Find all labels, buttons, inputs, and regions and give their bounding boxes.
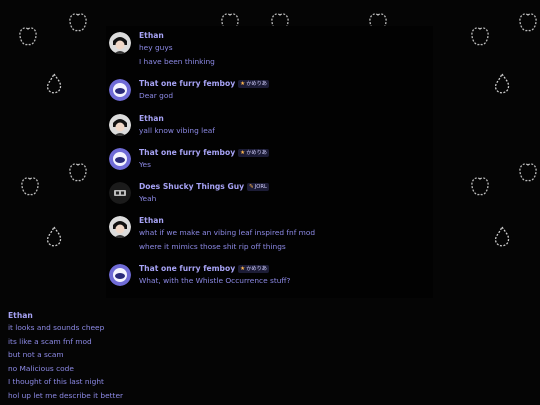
wallpaper-apple-icon bbox=[471, 177, 489, 196]
message-text: Dear god bbox=[139, 91, 174, 100]
wallpaper-flame-icon bbox=[494, 225, 510, 247]
message-text: Yeah bbox=[139, 194, 157, 203]
message-author[interactable]: Ethan bbox=[139, 114, 164, 123]
message-text: hey guys bbox=[139, 43, 173, 52]
wallpaper-flame-icon bbox=[46, 225, 62, 247]
wallpaper-apple-icon bbox=[519, 13, 537, 32]
wallpaper-apple-icon bbox=[471, 27, 489, 46]
role-tag-text: JORL bbox=[254, 183, 267, 190]
message-author[interactable]: That one furry femboy bbox=[139, 264, 235, 273]
wallpaper-apple-icon bbox=[19, 27, 37, 46]
role-tag-text: かめりあ bbox=[246, 266, 267, 272]
message-text: I have been thinking bbox=[139, 57, 215, 66]
message-text: I thought of this last night bbox=[8, 377, 104, 386]
message-text: what if we make an vibing leaf inspired … bbox=[139, 228, 316, 237]
message-text-content: no Malicious code bbox=[8, 364, 74, 373]
star-icon: ★ bbox=[240, 149, 246, 156]
message-author[interactable]: Does Shucky Things Guy bbox=[139, 182, 244, 191]
message-author[interactable]: Ethan bbox=[139, 31, 164, 40]
star-icon: ★ bbox=[240, 80, 246, 87]
message-text: where it mimics those shit rip off thing… bbox=[139, 242, 286, 251]
wallpaper-apple-icon bbox=[519, 163, 537, 182]
message-text: its like a scam fnf mod bbox=[8, 337, 92, 346]
message-text: no Malicious code bbox=[8, 364, 77, 373]
ethan-avatar-icon[interactable] bbox=[109, 32, 131, 54]
message-text: it looks and sounds cheep bbox=[8, 323, 105, 332]
message-text: hol up let me describe it better bbox=[8, 391, 124, 400]
message-text: Yes bbox=[139, 160, 151, 169]
wallpaper-flame-icon bbox=[46, 72, 62, 94]
wallpaper-apple-icon bbox=[69, 163, 87, 182]
role-tag: ★ かめりあ bbox=[238, 79, 269, 88]
message-author[interactable]: Ethan bbox=[139, 216, 164, 225]
shucky-avatar-icon[interactable] bbox=[109, 182, 131, 204]
chat-message-list[interactable]: Ethan hey guys I have been thinking That… bbox=[106, 26, 433, 298]
role-tag: ★ かめりあ bbox=[238, 264, 269, 273]
role-tag: ★ かめりあ bbox=[238, 148, 269, 157]
role-tag-text: かめりあ bbox=[246, 150, 267, 156]
wallpaper-flame-icon bbox=[494, 72, 510, 94]
role-tag: ✎ JORL bbox=[247, 182, 269, 191]
femboy-avatar-icon[interactable] bbox=[109, 264, 131, 286]
pencil-icon: ✎ bbox=[249, 183, 254, 190]
message-author-name[interactable]: Ethan bbox=[8, 311, 33, 320]
message-author[interactable]: That one furry femboy bbox=[139, 148, 235, 157]
message-author[interactable]: That one furry femboy bbox=[139, 79, 235, 88]
message-text: What, with the Whistle Occurrence stuff? bbox=[139, 276, 291, 285]
femboy-avatar-icon[interactable] bbox=[109, 79, 131, 101]
femboy-avatar-icon[interactable] bbox=[109, 148, 131, 170]
wallpaper-apple-icon bbox=[21, 177, 39, 196]
message-author[interactable]: Ethan bbox=[8, 311, 33, 320]
message-text: but not a scam bbox=[8, 350, 64, 359]
ethan-avatar-icon[interactable] bbox=[109, 216, 131, 238]
wallpaper-apple-icon bbox=[69, 13, 87, 32]
ethan-avatar-icon[interactable] bbox=[109, 114, 131, 136]
star-icon: ★ bbox=[240, 265, 246, 272]
message-text: yall know vibing leaf bbox=[139, 126, 215, 135]
role-tag-text: かめりあ bbox=[246, 81, 267, 87]
